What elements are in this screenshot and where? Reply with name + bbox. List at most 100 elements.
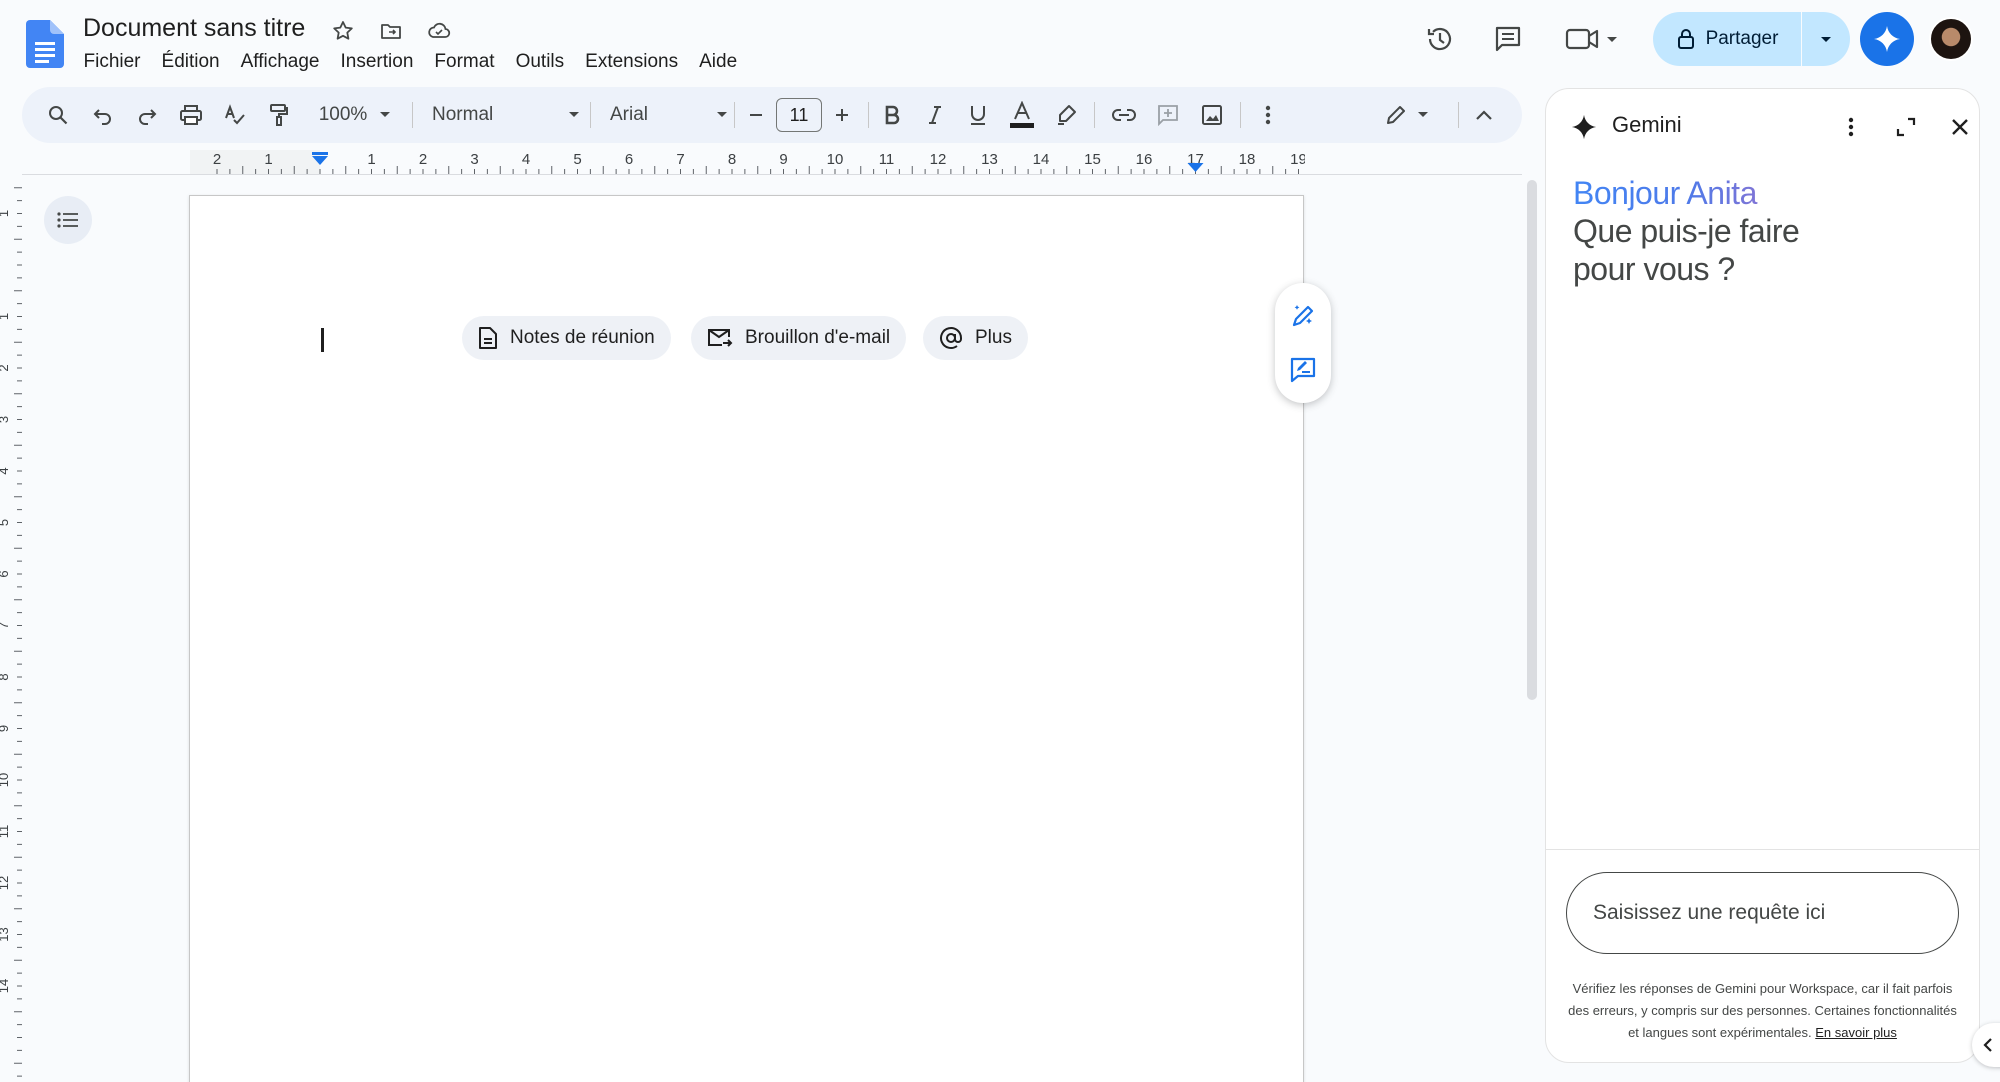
undo-icon[interactable]: [83, 87, 123, 143]
underline-icon[interactable]: [958, 87, 998, 143]
greeting-question-line-1: Que puis-je faire: [1573, 213, 1800, 249]
font-size-input[interactable]: 11: [776, 98, 822, 132]
ruler-label: 8: [728, 151, 736, 168]
ruler-label: 7: [676, 151, 684, 168]
ruler-label: 2: [419, 151, 427, 168]
editing-mode-select[interactable]: [1377, 87, 1437, 143]
menu-view[interactable]: Affichage: [230, 51, 330, 73]
ruler-label: 2: [213, 151, 221, 168]
video-camera-icon: [1565, 26, 1599, 52]
italic-icon[interactable]: [915, 87, 955, 143]
more-options-icon[interactable]: [1248, 87, 1288, 143]
menu-insert[interactable]: Insertion: [330, 51, 424, 73]
ruler-label: 10: [827, 151, 844, 168]
menu-extensions[interactable]: Extensions: [575, 51, 689, 73]
document-scrollbar[interactable]: [1527, 180, 1537, 700]
chip-more[interactable]: Plus: [923, 316, 1028, 360]
ruler-label: 13: [0, 927, 11, 941]
ruler-label: 10: [0, 773, 11, 787]
divider: [1240, 102, 1241, 128]
meet-button[interactable]: [1565, 15, 1619, 63]
horizontal-ruler[interactable]: 2 1 1 2 3 4 5 6 7 8 9 10 11 12 13 14 15 16 17 18 19: [190, 150, 1305, 174]
gemini-toggle-button[interactable]: [1860, 12, 1914, 66]
panel-header: Gemini: [1546, 89, 1979, 165]
prompt-input[interactable]: [1566, 872, 1959, 954]
add-comment-icon[interactable]: [1148, 87, 1188, 143]
search-icon[interactable]: [38, 87, 78, 143]
greeting-question-line-2: pour vous ?: [1573, 251, 1735, 287]
ruler-label: 4: [522, 151, 530, 168]
ruler-label: 6: [0, 570, 11, 577]
ruler-label: 6: [625, 151, 633, 168]
ruler-label: 19: [1290, 151, 1305, 168]
account-avatar[interactable]: [1929, 17, 1973, 61]
ruler-label: 2: [0, 364, 11, 371]
decrease-font-size-icon[interactable]: [736, 87, 776, 143]
ruler-label: 1: [367, 151, 375, 168]
print-icon[interactable]: [171, 87, 211, 143]
text-color-icon[interactable]: [1002, 87, 1042, 143]
highlight-color-icon[interactable]: [1046, 87, 1086, 143]
share-button[interactable]: Partager: [1653, 12, 1802, 66]
lock-icon: [1676, 28, 1696, 50]
ruler-label: 12: [930, 151, 947, 168]
gemini-greeting: Bonjour Anita Que puis-je faire pour vou…: [1573, 174, 1800, 288]
expand-icon[interactable]: [1886, 107, 1926, 147]
bold-icon[interactable]: [872, 87, 912, 143]
divider: [412, 102, 413, 128]
ruler-label: 5: [573, 151, 581, 168]
share-dropdown-button[interactable]: [1802, 12, 1850, 66]
font-value: Arial: [610, 104, 649, 125]
docs-logo-icon[interactable]: [26, 20, 64, 68]
comments-icon[interactable]: [1484, 15, 1532, 63]
star-icon[interactable]: [328, 16, 358, 46]
divider: [590, 102, 591, 128]
menu-help[interactable]: Aide: [689, 51, 748, 73]
font-select[interactable]: Arial: [600, 87, 740, 143]
at-sign-icon: [940, 327, 962, 349]
gemini-side-panel: Gemini Bonjour Anita Que puis-je faire p…: [1545, 88, 1980, 1063]
close-icon[interactable]: [1940, 107, 1979, 147]
add-suggestion-icon[interactable]: [1275, 343, 1331, 397]
help-me-write-icon[interactable]: [1275, 289, 1331, 343]
move-folder-icon[interactable]: [376, 16, 406, 46]
style-select[interactable]: Normal: [422, 87, 592, 143]
ruler-label: 5: [0, 519, 11, 526]
menu-file[interactable]: Fichier: [73, 51, 151, 73]
insert-link-icon[interactable]: [1104, 87, 1144, 143]
ruler-label: 1: [0, 313, 11, 320]
menu-format[interactable]: Format: [424, 51, 505, 73]
document-outline-button[interactable]: [44, 196, 92, 244]
hide-menus-icon[interactable]: [1464, 87, 1504, 143]
paint-format-icon[interactable]: [259, 87, 299, 143]
floating-toolbar: [1275, 283, 1331, 403]
chip-label: Plus: [975, 327, 1012, 348]
chevron-down-icon: [569, 112, 579, 117]
first-line-indent-marker[interactable]: [312, 152, 328, 155]
zoom-select[interactable]: 100%: [310, 87, 400, 143]
gemini-sparkle-icon: [1570, 113, 1598, 141]
insert-image-icon[interactable]: [1192, 87, 1232, 143]
chip-meeting-notes[interactable]: Notes de réunion: [462, 316, 671, 360]
learn-more-link[interactable]: En savoir plus: [1815, 1025, 1897, 1040]
chevron-down-icon: [1418, 112, 1428, 117]
chip-email-draft[interactable]: Brouillon d'e-mail: [691, 316, 907, 360]
more-options-icon[interactable]: [1831, 107, 1871, 147]
chevron-left-icon: [1983, 1038, 1992, 1052]
ruler-label: 12: [0, 876, 11, 890]
increase-font-size-icon[interactable]: [822, 87, 862, 143]
ruler-label: 11: [0, 825, 11, 839]
menu-tools[interactable]: Outils: [505, 51, 575, 73]
chevron-down-icon: [380, 112, 391, 117]
cloud-status-icon[interactable]: [424, 16, 454, 46]
document-title[interactable]: Document sans titre: [83, 14, 305, 43]
version-history-icon[interactable]: [1416, 15, 1464, 63]
disclaimer-text: Vérifiez les réponses de Gemini pour Wor…: [1568, 981, 1957, 1040]
panel-title: Gemini: [1612, 112, 1682, 137]
spellcheck-icon[interactable]: [215, 87, 255, 143]
divider: [734, 102, 735, 128]
redo-icon[interactable]: [127, 87, 167, 143]
vertical-ruler[interactable]: 11234567891011121314: [0, 185, 22, 1082]
menu-edit[interactable]: Édition: [151, 51, 230, 73]
chevron-down-icon: [717, 112, 727, 117]
